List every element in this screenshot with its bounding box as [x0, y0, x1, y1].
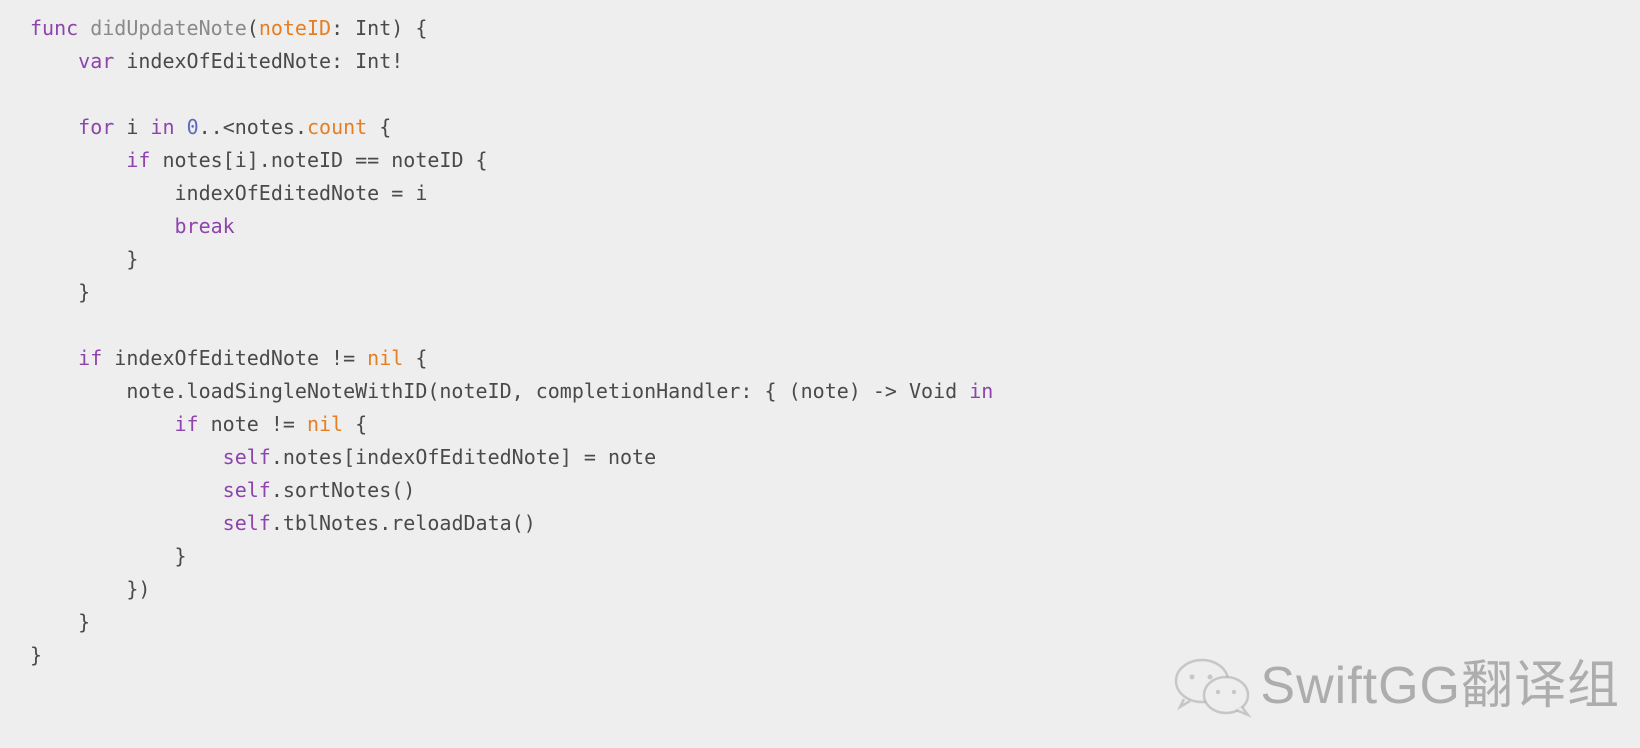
- keyword-for: for: [78, 115, 114, 139]
- function-name: didUpdateNote: [90, 16, 247, 40]
- prop-count: count: [307, 115, 367, 139]
- keyword-break: break: [175, 214, 235, 238]
- keyword-self: self: [223, 511, 271, 535]
- keyword-if: if: [78, 346, 102, 370]
- keyword-self: self: [223, 478, 271, 502]
- code-block: func didUpdateNote(noteID: Int) { var in…: [0, 0, 1640, 684]
- keyword-self: self: [223, 445, 271, 469]
- keyword-in: in: [969, 379, 993, 403]
- param-name: noteID: [259, 16, 331, 40]
- literal-nil: nil: [367, 346, 403, 370]
- keyword-if: if: [126, 148, 150, 172]
- keyword-func: func: [30, 16, 78, 40]
- number-zero: 0: [187, 115, 199, 139]
- literal-nil: nil: [307, 412, 343, 436]
- keyword-if: if: [175, 412, 199, 436]
- keyword-var: var: [78, 49, 114, 73]
- keyword-in: in: [150, 115, 174, 139]
